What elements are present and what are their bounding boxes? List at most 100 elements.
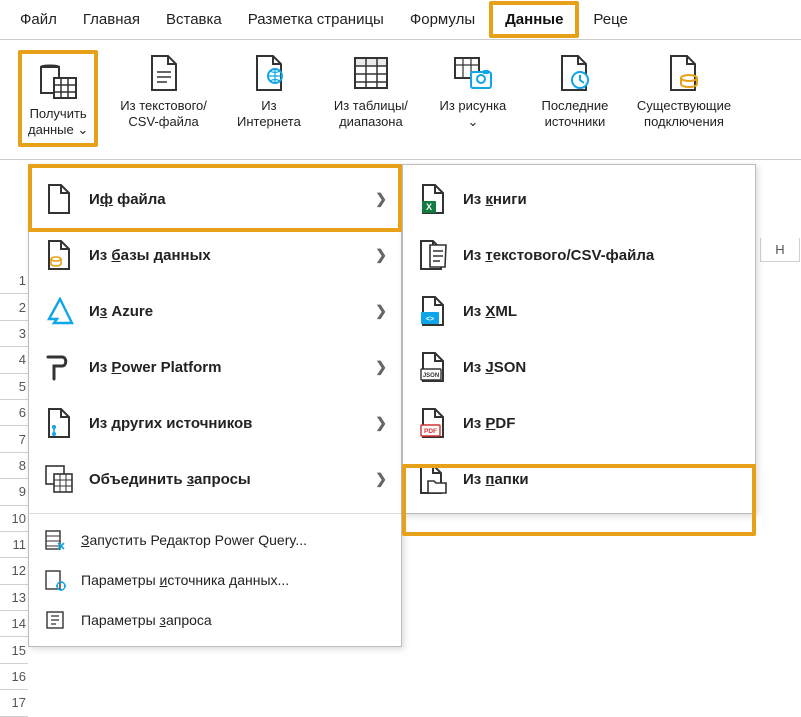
svg-text:<>: <> — [426, 316, 434, 323]
tab-formulas[interactable]: Формулы — [398, 3, 487, 36]
row-header[interactable]: 6 — [0, 400, 28, 426]
file-icon — [43, 183, 75, 215]
row-header[interactable]: 13 — [0, 585, 28, 611]
text-file-icon — [148, 52, 180, 94]
power-platform-icon — [43, 351, 75, 383]
from-table-range-label: Из таблицы/диапазона — [334, 98, 408, 131]
combine-queries-icon — [43, 463, 75, 495]
recent-sources-button[interactable]: Последниеисточники — [535, 50, 615, 131]
menu-from-xml[interactable]: <> Из XML — [403, 283, 755, 339]
menu-label: Параметры источника данных... — [81, 572, 289, 588]
svg-text:X: X — [426, 202, 432, 212]
tab-review[interactable]: Реце — [581, 3, 639, 36]
get-data-button[interactable]: Получитьданные ⌄ — [18, 50, 98, 147]
menu-label: Из базы данных — [89, 247, 211, 264]
row-header[interactable]: 16 — [0, 664, 28, 690]
from-table-range-button[interactable]: Из таблицы/диапазона — [331, 50, 411, 131]
menu-launch-power-query[interactable]: Запустить Редактор Power Query... — [29, 520, 401, 560]
from-picture-button[interactable]: Из рисунка⌄ — [433, 50, 513, 131]
ribbon-data: Получитьданные ⌄ Из текстового/CSV-файла… — [0, 40, 801, 160]
web-file-icon — [253, 52, 285, 94]
row-header[interactable]: 17 — [0, 690, 28, 716]
row-header[interactable]: 7 — [0, 426, 28, 452]
menu-from-database[interactable]: Из базы данных ❯ — [29, 227, 401, 283]
from-picture-label: Из рисунка⌄ — [440, 98, 507, 131]
svg-text:JSON: JSON — [423, 373, 439, 379]
tab-page-layout[interactable]: Разметка страницы — [236, 3, 396, 36]
menu-from-power-platform[interactable]: Из Power Platform ❯ — [29, 339, 401, 395]
menu-label: Иф файла — [89, 191, 166, 208]
chevron-right-icon: ❯ — [375, 247, 387, 264]
menu-label: Из XML — [463, 303, 517, 320]
menu-from-azure[interactable]: Из Azure ❯ — [29, 283, 401, 339]
chevron-down-icon: ⌄ — [77, 122, 88, 137]
table-range-icon — [353, 52, 389, 94]
database-file-icon — [43, 239, 75, 271]
menu-from-file[interactable]: Иф файла ❯ — [29, 171, 401, 227]
existing-connections-button[interactable]: Существующиеподключения — [637, 50, 731, 131]
ribbon-tabs: Файл Главная Вставка Разметка страницы Ф… — [0, 0, 801, 40]
database-grid-icon — [38, 60, 78, 102]
row-header[interactable]: 11 — [0, 532, 28, 558]
chevron-right-icon: ❯ — [375, 471, 387, 488]
picture-table-icon — [453, 52, 493, 94]
row-header[interactable]: 15 — [0, 637, 28, 663]
recent-file-icon — [558, 52, 592, 94]
menu-from-workbook[interactable]: X Из книги — [403, 171, 755, 227]
json-file-icon: JSON — [417, 351, 449, 383]
folder-file-icon — [417, 463, 449, 495]
row-header[interactable]: 8 — [0, 453, 28, 479]
tab-insert[interactable]: Вставка — [154, 3, 234, 36]
menu-separator — [29, 513, 401, 514]
row-headers: 1 2 3 4 5 6 7 8 9 10 11 12 13 14 15 16 1… — [0, 268, 28, 717]
svg-text:PDF: PDF — [424, 428, 437, 435]
existing-connections-icon — [667, 52, 701, 94]
from-text-csv-label: Из текстового/CSV-файла — [120, 98, 207, 131]
menu-label: Из книги — [463, 191, 527, 208]
column-header-h[interactable]: H — [760, 238, 800, 262]
menu-label: Из других источников — [89, 415, 252, 432]
row-header[interactable]: 3 — [0, 321, 28, 347]
row-header[interactable]: 1 — [0, 268, 28, 294]
from-web-button[interactable]: ИзИнтернета — [229, 50, 309, 131]
chevron-right-icon: ❯ — [375, 415, 387, 432]
tab-data[interactable]: Данные — [489, 1, 579, 38]
row-header[interactable]: 4 — [0, 347, 28, 373]
menu-from-text-csv[interactable]: Из текстового/CSV-файла — [403, 227, 755, 283]
data-source-settings-icon — [43, 568, 67, 592]
tab-home[interactable]: Главная — [71, 3, 152, 36]
menu-label: Запустить Редактор Power Query... — [81, 532, 307, 548]
chevron-down-icon: ⌄ — [467, 114, 478, 129]
from-text-csv-button[interactable]: Из текстового/CSV-файла — [120, 50, 207, 131]
menu-from-folder[interactable]: Из папки — [403, 451, 755, 507]
menu-from-pdf[interactable]: PDF Из PDF — [403, 395, 755, 451]
menu-from-other-sources[interactable]: Из других источников ❯ — [29, 395, 401, 451]
row-header[interactable]: 5 — [0, 374, 28, 400]
menu-from-json[interactable]: JSON Из JSON — [403, 339, 755, 395]
menu-label: Из Azure — [89, 303, 153, 320]
chevron-right-icon: ❯ — [375, 191, 387, 208]
excel-file-icon: X — [417, 183, 449, 215]
row-header[interactable]: 12 — [0, 558, 28, 584]
other-sources-icon — [43, 407, 75, 439]
recent-sources-label: Последниеисточники — [541, 98, 608, 131]
row-header[interactable]: 14 — [0, 611, 28, 637]
menu-label: Параметры запроса — [81, 612, 212, 628]
pdf-file-icon: PDF — [417, 407, 449, 439]
xml-file-icon: <> — [417, 295, 449, 327]
from-file-submenu: X Из книги Из текстового/CSV-файла <> Из… — [402, 164, 756, 514]
row-header[interactable]: 2 — [0, 294, 28, 320]
from-web-label: ИзИнтернета — [237, 98, 301, 131]
get-data-label: Получитьданные ⌄ — [28, 106, 88, 139]
chevron-right-icon: ❯ — [375, 359, 387, 376]
text-csv-file-icon — [417, 239, 449, 271]
existing-connections-label: Существующиеподключения — [637, 98, 731, 131]
menu-combine-queries[interactable]: Объединить запросы ❯ — [29, 451, 401, 507]
menu-query-options[interactable]: Параметры запроса — [29, 600, 401, 640]
tab-file[interactable]: Файл — [8, 3, 69, 36]
row-header[interactable]: 10 — [0, 506, 28, 532]
menu-data-source-settings[interactable]: Параметры источника данных... — [29, 560, 401, 600]
row-header[interactable]: 9 — [0, 479, 28, 505]
menu-label: Из JSON — [463, 359, 526, 376]
chevron-right-icon: ❯ — [375, 303, 387, 320]
